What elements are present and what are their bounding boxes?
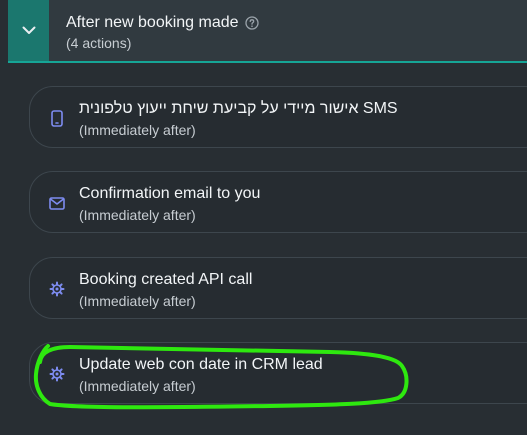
gear-icon [48,280,66,298]
action-title: Booking created API call [79,271,253,288]
action-title: Update web con date in CRM lead [79,356,323,373]
action-card-email[interactable]: Confirmation email to you (Immediately a… [29,171,527,233]
chevron-down-icon [22,26,35,34]
action-timing: (Immediately after) [79,207,196,223]
action-title: אישור מיידי על קביעת שיחת ייעוץ טלפונית … [79,100,398,117]
action-timing: (Immediately after) [79,293,196,309]
envelope-icon [48,194,66,212]
action-card-api-call[interactable]: Booking created API call (Immediately af… [29,257,527,319]
workflow-group-header[interactable]: After new booking made (4 actions) [8,0,527,63]
action-title: Confirmation email to you [79,185,261,202]
action-card-sms[interactable]: אישור מיידי על קביעת שיחת ייעוץ טלפונית … [29,86,527,148]
collapse-toggle-button[interactable] [8,0,49,61]
group-action-count: (4 actions) [66,35,132,51]
question-circle-icon[interactable] [244,16,259,30]
action-card-crm-update[interactable]: Update web con date in CRM lead (Immedia… [29,342,527,404]
action-timing: (Immediately after) [79,122,196,138]
action-timing: (Immediately after) [79,378,196,394]
gear-icon [48,365,66,383]
mobile-phone-icon [48,109,66,127]
group-title: After new booking made [66,14,239,31]
